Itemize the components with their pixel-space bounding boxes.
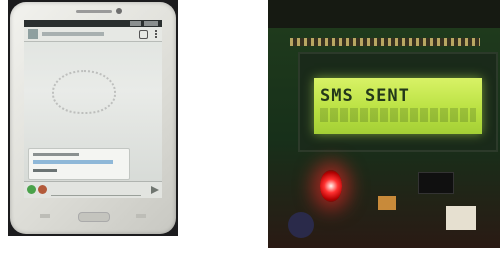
contact-avatar[interactable] (28, 29, 38, 39)
received-message-bubble[interactable] (28, 148, 130, 180)
send-icon[interactable] (151, 186, 159, 194)
home-button[interactable] (78, 212, 110, 222)
lcd-row-1: SMS SENT (320, 86, 410, 106)
compose-bar (24, 181, 162, 198)
recent-apps-key[interactable] (136, 214, 146, 218)
status-bar (24, 20, 162, 27)
message-timestamp (33, 169, 57, 172)
status-icons (130, 21, 158, 26)
contact-name (42, 32, 104, 36)
phone-photo (8, 0, 178, 236)
emoji-icon[interactable] (27, 185, 36, 194)
ic-chip (418, 172, 454, 194)
capacitor (378, 196, 396, 210)
call-icon[interactable] (139, 30, 148, 39)
message-link[interactable] (33, 160, 113, 164)
lcd-row-2 (320, 108, 476, 122)
front-camera (116, 8, 122, 14)
conversation-header (24, 27, 162, 42)
red-led (320, 170, 342, 202)
electrolytic-capacitor (288, 212, 314, 238)
lcd-module: SMS SENT (298, 52, 498, 152)
message-input[interactable] (51, 186, 141, 196)
phone-screen (24, 20, 162, 198)
connector (446, 206, 476, 230)
menu-icon[interactable] (155, 30, 157, 38)
pin-header (290, 38, 480, 46)
back-key[interactable] (40, 214, 50, 218)
lcd-board-photo: SMS SENT (268, 0, 500, 248)
earpiece (76, 10, 112, 13)
smartphone (10, 2, 176, 234)
lcd-display: SMS SENT (314, 78, 482, 134)
background-watermark (52, 70, 116, 114)
message-line (33, 153, 79, 156)
attach-icon[interactable] (38, 185, 47, 194)
